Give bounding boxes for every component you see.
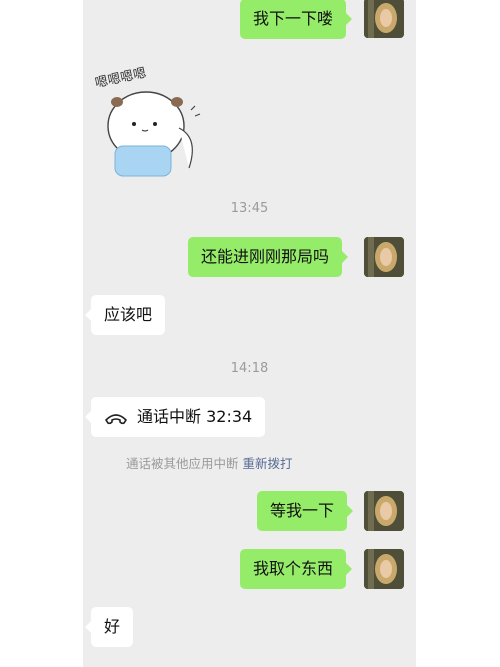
avatar[interactable] bbox=[364, 549, 404, 589]
timestamp: 13:45 bbox=[230, 201, 269, 216]
system-note-text: 通话被其他应用中断 bbox=[126, 456, 239, 471]
call-record-label: 通话中断 32:34 bbox=[137, 407, 253, 426]
avatar-photo bbox=[364, 491, 404, 531]
outgoing-message[interactable]: 还能进刚刚那局吗 bbox=[188, 237, 349, 277]
avatar[interactable] bbox=[364, 237, 404, 277]
chat-area[interactable]: 我下一下喽 嗯嗯嗯嗯 13:45 还能进刚刚那局吗 应该吧 14:18 通话中断… bbox=[83, 0, 416, 667]
sticker[interactable]: 嗯嗯嗯嗯 bbox=[91, 60, 203, 178]
redial-link[interactable]: 重新拨打 bbox=[243, 456, 293, 471]
avatar[interactable] bbox=[364, 491, 404, 531]
timestamp: 14:18 bbox=[230, 361, 269, 376]
avatar-photo bbox=[364, 0, 404, 38]
avatar-photo bbox=[364, 549, 404, 589]
avatar-photo bbox=[364, 237, 404, 277]
outgoing-message[interactable]: 等我一下 bbox=[257, 491, 354, 531]
outgoing-message[interactable]: 我下一下喽 bbox=[240, 0, 353, 39]
sticker-caption: 嗯嗯嗯嗯 bbox=[94, 66, 148, 91]
call-record-bubble[interactable]: 通话中断 32:34 bbox=[84, 397, 266, 437]
avatar[interactable] bbox=[364, 0, 404, 38]
incoming-message[interactable]: 好 bbox=[84, 607, 134, 647]
phone-hangup-icon bbox=[103, 408, 129, 428]
outgoing-message[interactable]: 我取个东西 bbox=[240, 549, 353, 589]
cat-sticker-icon: 嗯嗯嗯嗯 bbox=[94, 66, 201, 177]
incoming-message[interactable]: 应该吧 bbox=[84, 295, 166, 335]
system-note: 通话被其他应用中断 重新拨打 bbox=[126, 453, 416, 472]
